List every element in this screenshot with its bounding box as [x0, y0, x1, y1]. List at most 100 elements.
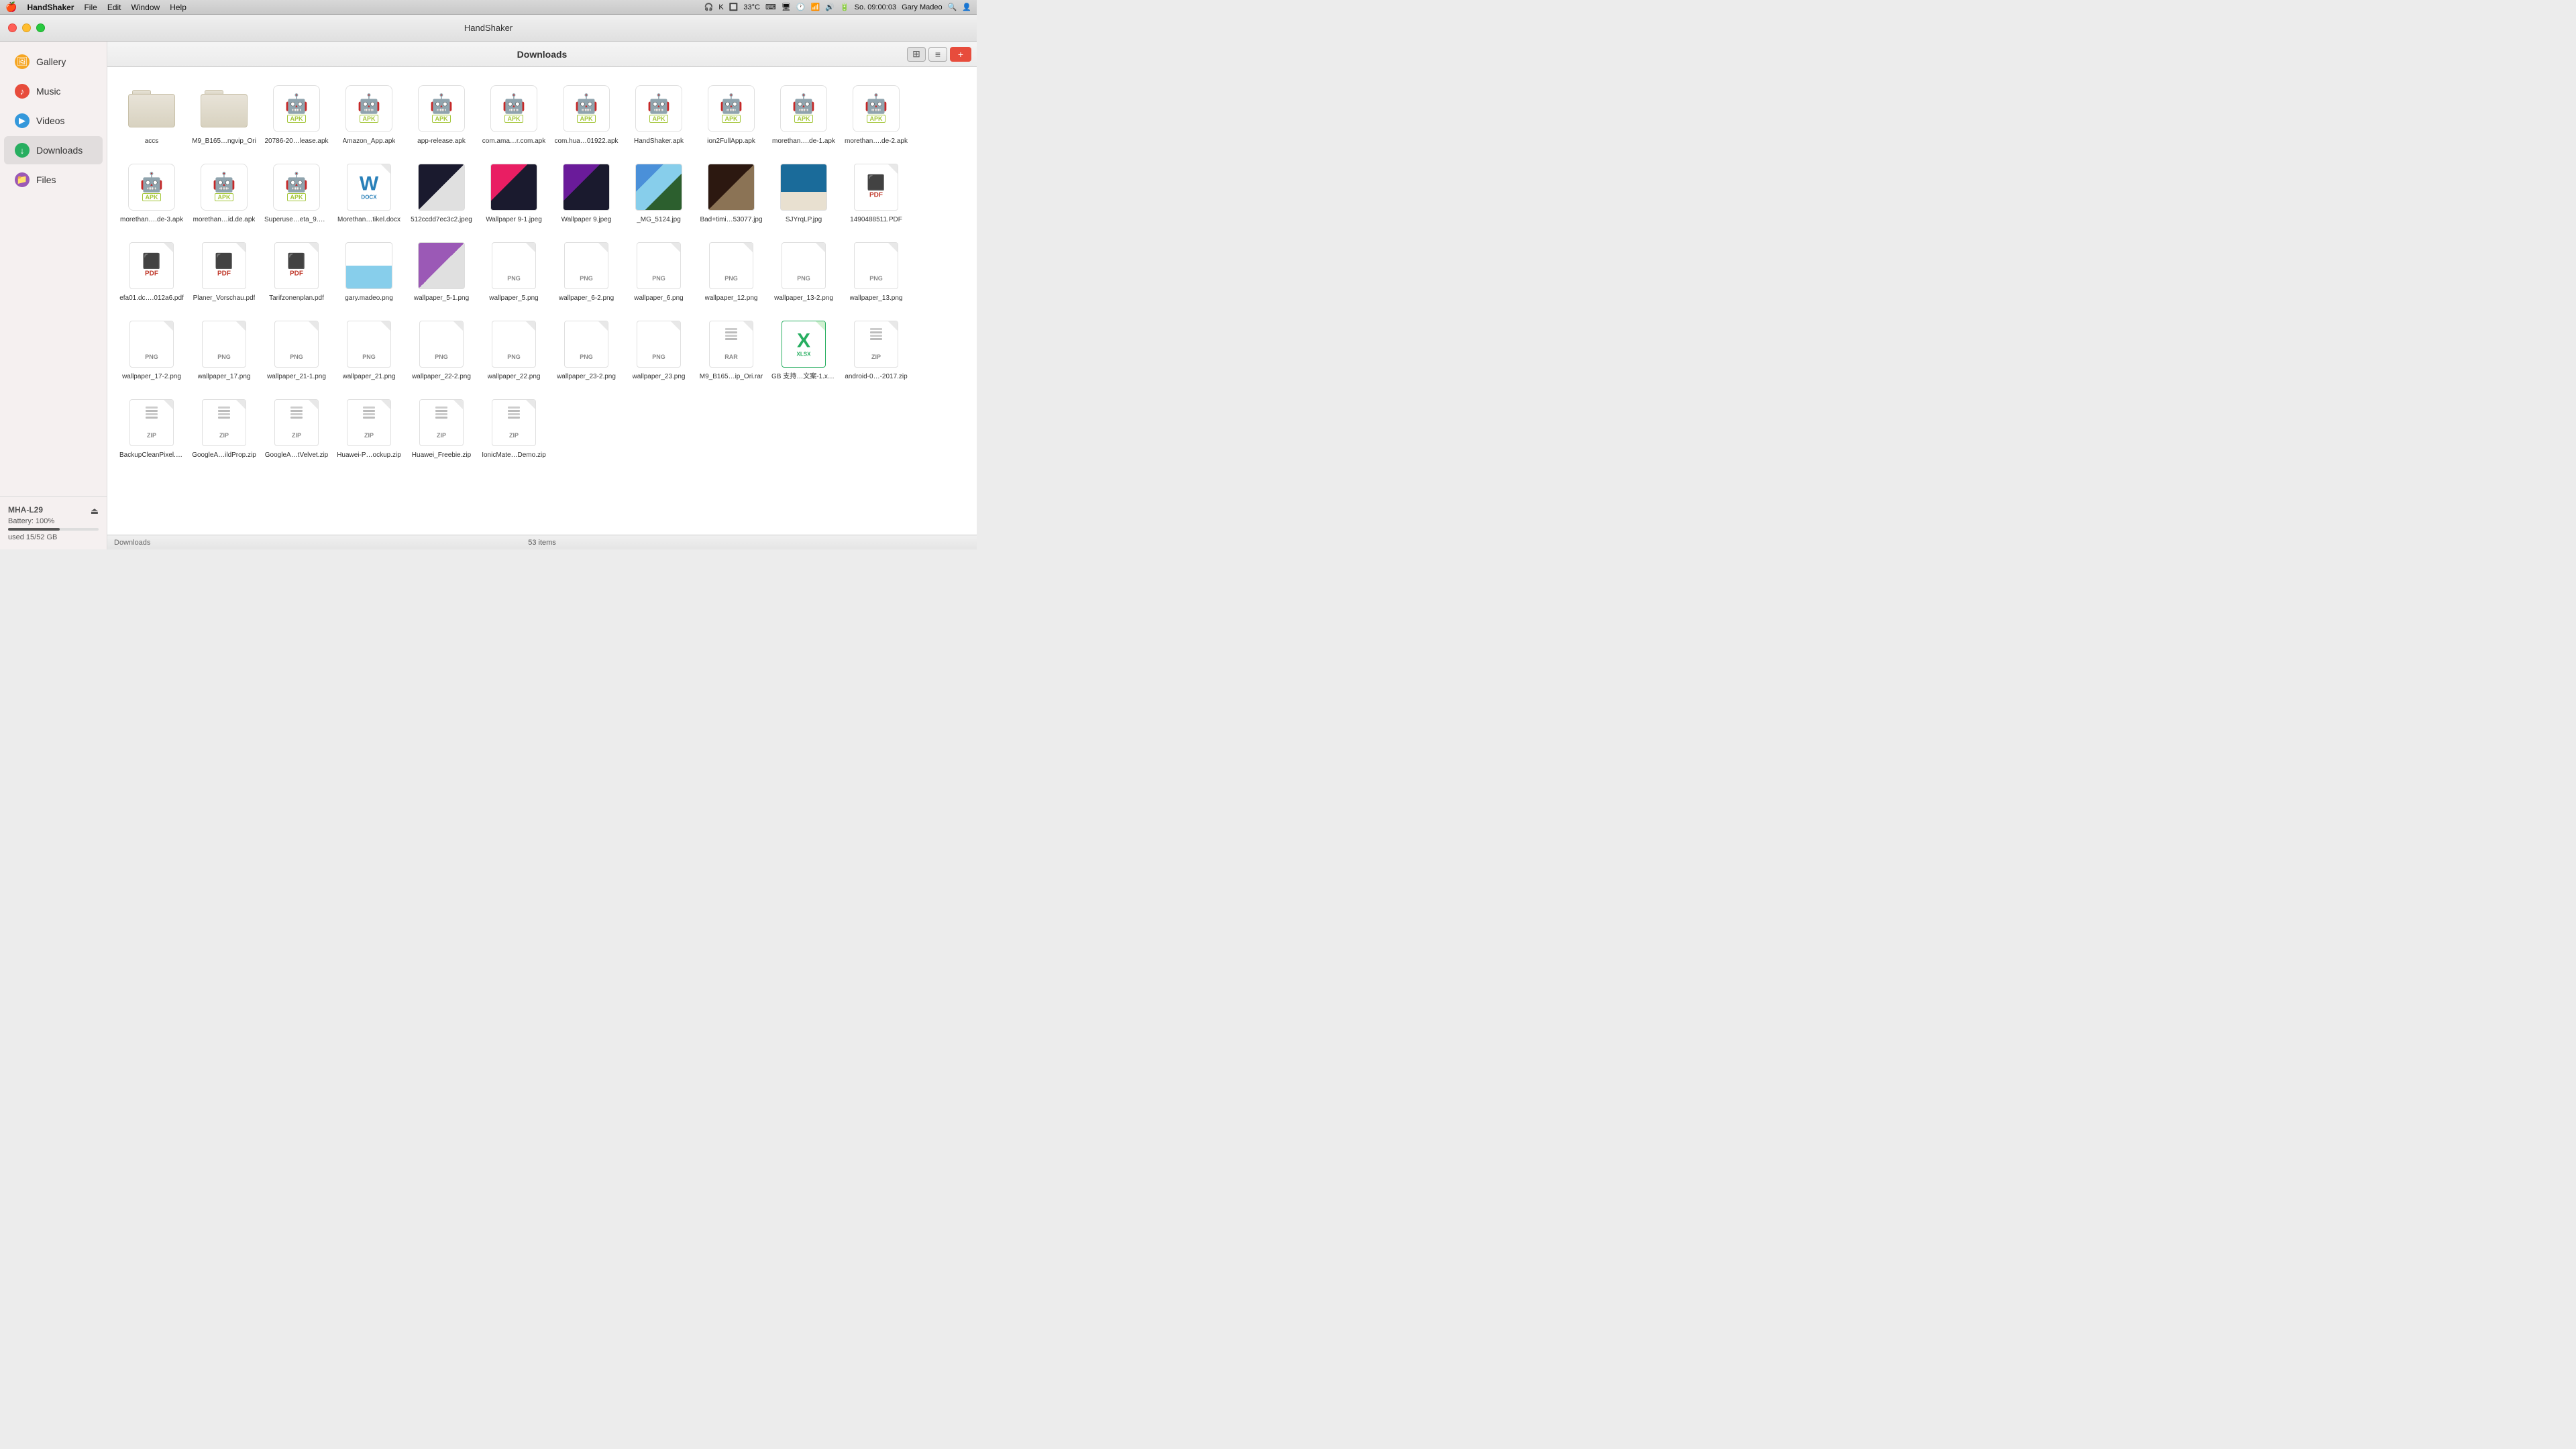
search-icon[interactable]: 🔍 [948, 3, 957, 11]
downloads-icon: ↓ [15, 143, 30, 158]
list-item[interactable]: Bad+timi…53077.jpg [698, 156, 765, 229]
statusbar: Downloads 53 items [107, 535, 977, 549]
corner-fold [164, 321, 173, 331]
list-item[interactable]: PNG wallpaper_13-2.png [770, 235, 837, 308]
list-item[interactable]: ⬛ PDF efa01.dc….012a6.pdf [118, 235, 185, 308]
sidebar-item-downloads[interactable]: ↓ Downloads [4, 136, 103, 164]
corner-fold [164, 400, 173, 409]
android-robot-icon: 🤖 [213, 173, 236, 192]
file-icon-wrapper [416, 162, 467, 213]
list-item[interactable]: 🤖 APK ion2FullApp.apk [698, 78, 765, 151]
list-item[interactable]: PNG wallpaper_22.png [480, 313, 547, 386]
file-name: 20786-20…lease.apk [264, 137, 328, 146]
sidebar-item-files[interactable]: 📁 Files [4, 166, 103, 194]
notification-icon[interactable]: 👤 [962, 3, 971, 11]
file-name: wallpaper_5.png [489, 294, 538, 303]
list-item[interactable]: 🤖 APK Amazon_App.apk [335, 78, 402, 151]
sidebar-item-videos[interactable]: ▶ Videos [4, 107, 103, 135]
apk-icon-graphic: 🤖 APK [345, 85, 392, 132]
apple-icon[interactable]: 🍎 [5, 1, 17, 13]
list-item[interactable]: 🤖 APK HandShaker.apk [625, 78, 692, 151]
list-item[interactable]: wallpaper_5-1.png [408, 235, 475, 308]
file-icon-wrapper [561, 162, 612, 213]
file-name: Planer_Vorschau.pdf [193, 294, 256, 303]
list-item[interactable]: 🤖 APK Superuse…eta_9.apk [263, 156, 330, 229]
list-item[interactable]: PNG wallpaper_21.png [335, 313, 402, 386]
list-item[interactable]: ZIP android-0…-2017.zip [843, 313, 910, 386]
android-robot-icon: 🤖 [502, 95, 526, 113]
apk-icon-graphic: 🤖 APK [780, 85, 827, 132]
list-item[interactable]: PNG wallpaper_6-2.png [553, 235, 620, 308]
list-item[interactable]: accs [118, 78, 185, 151]
file-menu[interactable]: File [84, 3, 97, 12]
list-item[interactable]: ⬛ PDF Planer_Vorschau.pdf [191, 235, 258, 308]
grid-view-button[interactable]: ⊞ [907, 47, 926, 62]
list-item[interactable]: gary.madeo.png [335, 235, 402, 308]
list-item[interactable]: 512ccdd7ec3c2.jpeg [408, 156, 475, 229]
list-item[interactable]: ZIP Huawei-P…ockup.zip [335, 392, 402, 465]
list-item[interactable]: ZIP IonicMate…Demo.zip [480, 392, 547, 465]
storage-info: used 15/52 GB [8, 533, 99, 541]
minimize-button[interactable] [22, 23, 31, 32]
apk-icon-graphic: 🤖 APK [128, 164, 175, 211]
android-robot-icon: 🤖 [647, 95, 671, 113]
sidebar-item-gallery[interactable]: 🖼 Gallery [4, 48, 103, 76]
list-item[interactable]: ZIP GoogleA…tVelvet.zip [263, 392, 330, 465]
app-name[interactable]: HandShaker [27, 3, 74, 12]
list-item[interactable]: Wallpaper 9-1.jpeg [480, 156, 547, 229]
window-menu[interactable]: Window [131, 3, 160, 12]
list-item[interactable]: ⬛ PDF 1490488511.PDF [843, 156, 910, 229]
list-item[interactable]: PNG wallpaper_23-2.png [553, 313, 620, 386]
list-item[interactable]: 🤖 APK 20786-20…lease.apk [263, 78, 330, 151]
sidebar-label-files: Files [36, 174, 56, 185]
list-item[interactable]: ZIP BackupCleanPixel.zip [118, 392, 185, 465]
file-icon-wrapper: ⬛ PDF [271, 240, 322, 291]
list-item[interactable]: PNG wallpaper_13.png [843, 235, 910, 308]
png-icon-graphic: PNG [129, 321, 174, 368]
list-item[interactable]: M9_B165…ngvip_Ori [191, 78, 258, 151]
apk-badge: APK [577, 115, 595, 123]
list-item[interactable]: PNG wallpaper_21-1.png [263, 313, 330, 386]
list-item[interactable]: PNG wallpaper_23.png [625, 313, 692, 386]
list-item[interactable]: 🤖 APK morethan…id.de.apk [191, 156, 258, 229]
list-item[interactable]: _MG_5124.jpg [625, 156, 692, 229]
list-item[interactable]: PNG wallpaper_22-2.png [408, 313, 475, 386]
list-item[interactable]: 🤖 APK app-release.apk [408, 78, 475, 151]
help-menu[interactable]: Help [170, 3, 186, 12]
list-item[interactable]: 🤖 APK morethan….de-2.apk [843, 78, 910, 151]
list-item[interactable]: 🤖 APK morethan….de-3.apk [118, 156, 185, 229]
file-name: 512ccdd7ec3c2.jpeg [411, 215, 472, 224]
file-icon-wrapper: 🤖 APK [271, 162, 322, 213]
eject-icon[interactable]: ⏏ [91, 506, 99, 517]
sidebar-item-music[interactable]: ♪ Music [4, 77, 103, 105]
list-item[interactable]: 🤖 APK com.hua…01922.apk [553, 78, 620, 151]
corner-fold [888, 164, 898, 174]
android-robot-icon: 🤖 [140, 173, 164, 192]
list-item[interactable]: ZIP GoogleA…ildProp.zip [191, 392, 258, 465]
list-item[interactable]: PNG wallpaper_17-2.png [118, 313, 185, 386]
png-icon-graphic: PNG [637, 321, 681, 368]
list-item[interactable]: PNG wallpaper_6.png [625, 235, 692, 308]
list-item[interactable]: X XLSX GB 支持…文案-1.xlsx [770, 313, 837, 386]
file-icon-wrapper: 🤖 APK [199, 162, 250, 213]
apk-badge: APK [287, 193, 305, 201]
list-item[interactable]: ⬛ PDF Tarifzonenplan.pdf [263, 235, 330, 308]
action-button[interactable]: + [950, 47, 971, 62]
close-button[interactable] [8, 23, 17, 32]
maximize-button[interactable] [36, 23, 45, 32]
list-item[interactable]: PNG wallpaper_5.png [480, 235, 547, 308]
png-label: PNG [637, 275, 680, 282]
list-item[interactable]: RAR M9_B165…ip_Ori.rar [698, 313, 765, 386]
item-count: 53 items [528, 539, 556, 547]
list-item[interactable]: PNG wallpaper_12.png [698, 235, 765, 308]
list-item[interactable]: PNG wallpaper_17.png [191, 313, 258, 386]
list-item[interactable]: SJYrqLP.jpg [770, 156, 837, 229]
edit-menu[interactable]: Edit [107, 3, 121, 12]
app-window: 🖼 Gallery ♪ Music ▶ Videos ↓ Downloads 📁… [0, 42, 977, 549]
list-item[interactable]: ZIP Huawei_Freebie.zip [408, 392, 475, 465]
list-view-button[interactable]: ≡ [928, 47, 947, 62]
list-item[interactable]: Wallpaper 9.jpeg [553, 156, 620, 229]
list-item[interactable]: 🤖 APK com.ama…r.com.apk [480, 78, 547, 151]
list-item[interactable]: 🤖 APK morethan….de-1.apk [770, 78, 837, 151]
list-item[interactable]: W DOCX Morethan…tikel.docx [335, 156, 402, 229]
